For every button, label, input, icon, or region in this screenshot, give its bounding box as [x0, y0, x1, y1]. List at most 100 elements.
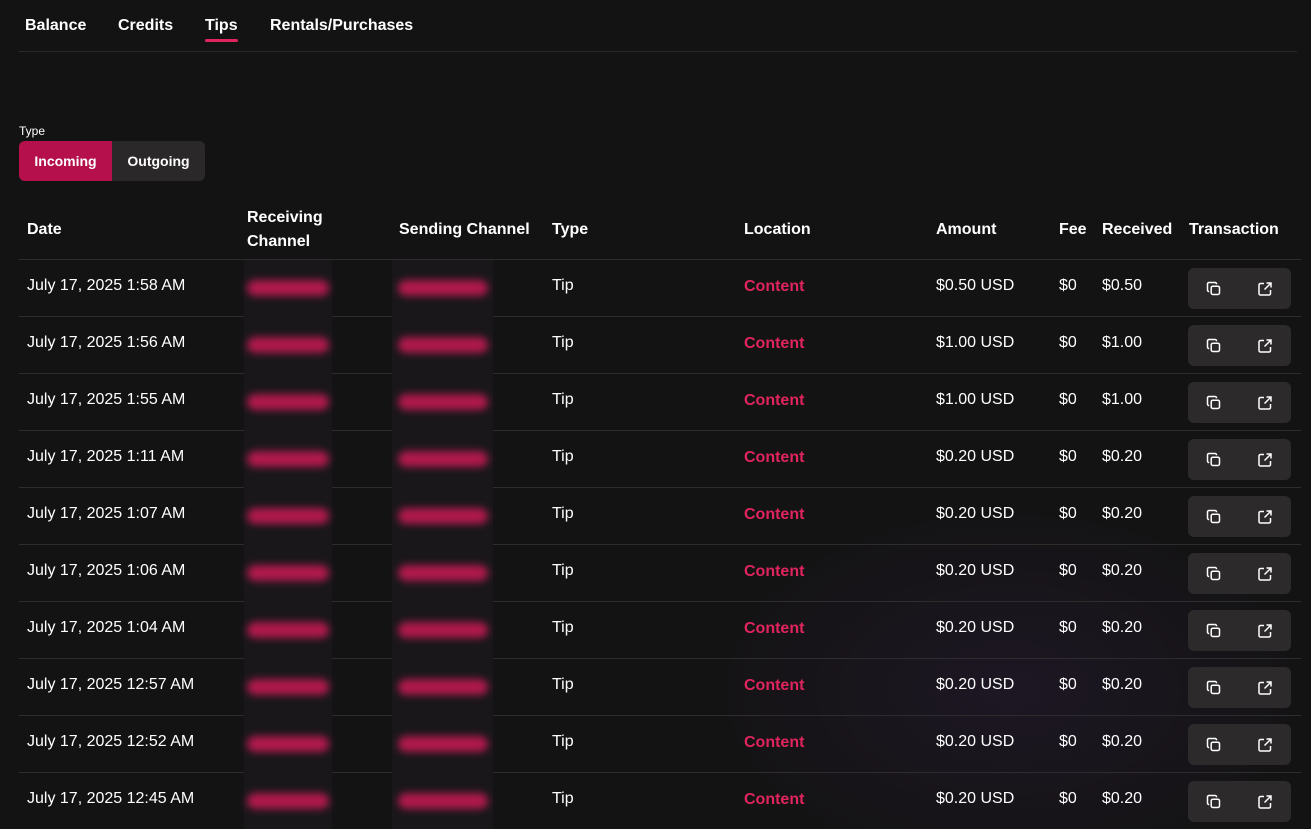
sending-channel-blurred [398, 793, 488, 809]
transaction-actions [1188, 439, 1291, 480]
sending-channel-blurred [398, 622, 488, 638]
open-transaction-button[interactable] [1240, 553, 1292, 594]
location-link[interactable]: Content [744, 620, 804, 638]
location-link[interactable]: Content [744, 791, 804, 809]
date-cell: July 17, 2025 1:06 AM [27, 562, 186, 579]
received-cell: $0.20 [1102, 562, 1143, 579]
open-transaction-button[interactable] [1240, 667, 1292, 708]
type-cell: Tip [552, 562, 574, 579]
header-received: Received [1102, 221, 1173, 238]
amount-cell: $1.00 USD [936, 391, 1015, 408]
copy-transaction-button[interactable] [1188, 268, 1240, 309]
sending-channel-blurred [398, 736, 488, 752]
open-transaction-button[interactable] [1240, 382, 1292, 423]
open-transaction-button[interactable] [1240, 496, 1292, 537]
external-link-icon [1257, 509, 1273, 525]
open-transaction-button[interactable] [1240, 268, 1292, 309]
sending-channel-blurred [398, 280, 488, 296]
copy-icon [1206, 623, 1222, 639]
location-link[interactable]: Content [744, 392, 804, 410]
copy-transaction-button[interactable] [1188, 382, 1240, 423]
table-row: July 17, 2025 1:04 AM Tip Content $0.20 USD… [19, 602, 1301, 659]
sending-channel-blurred [398, 337, 488, 353]
outgoing-button[interactable]: Outgoing [112, 141, 205, 181]
location-link[interactable]: Content [744, 677, 804, 695]
tab-balance[interactable]: Balance [25, 17, 86, 35]
amount-cell: $0.20 USD [936, 505, 1015, 522]
external-link-icon [1257, 452, 1273, 468]
received-cell: $0.20 [1102, 676, 1143, 693]
fee-cell: $0 [1059, 676, 1077, 693]
receiving-channel-blurred [247, 679, 329, 695]
table-header: Date Receiving Channel Sending Channel T… [19, 202, 1301, 260]
transaction-actions [1188, 496, 1291, 537]
amount-cell: $0.20 USD [936, 733, 1015, 750]
header-amount: Amount [936, 221, 997, 238]
external-link-icon [1257, 338, 1273, 354]
copy-transaction-button[interactable] [1188, 610, 1240, 651]
open-transaction-button[interactable] [1240, 325, 1292, 366]
location-link[interactable]: Content [744, 506, 804, 524]
tab-credits[interactable]: Credits [118, 17, 173, 35]
copy-transaction-button[interactable] [1188, 553, 1240, 594]
copy-transaction-button[interactable] [1188, 667, 1240, 708]
received-cell: $1.00 [1102, 334, 1143, 351]
table-row: July 17, 2025 12:52 AM Tip Content $0.20 US… [19, 716, 1301, 773]
type-filter-label: Type [19, 124, 46, 138]
date-cell: July 17, 2025 12:52 AM [27, 733, 195, 750]
sending-channel-blurred [398, 565, 488, 581]
table-body: July 17, 2025 1:58 AM Tip Content $0.50 USD… [19, 260, 1301, 829]
date-cell: July 17, 2025 1:04 AM [27, 619, 186, 636]
copy-icon [1206, 281, 1222, 297]
copy-transaction-button[interactable] [1188, 496, 1240, 537]
page: Balance Credits Tips Rentals/Purchases T… [0, 0, 1311, 829]
header-fee: Fee [1059, 221, 1087, 238]
copy-icon [1206, 794, 1222, 810]
fee-cell: $0 [1059, 277, 1077, 294]
transaction-actions [1188, 325, 1291, 366]
receiving-channel-blurred [247, 508, 329, 524]
table-row: July 17, 2025 1:11 AM Tip Content $0.20 USD… [19, 431, 1301, 488]
external-link-icon [1257, 680, 1273, 696]
table-row: July 17, 2025 12:45 AM Tip Content $0.20 US… [19, 773, 1301, 829]
received-cell: $0.20 [1102, 619, 1143, 636]
date-cell: July 17, 2025 1:07 AM [27, 505, 186, 522]
received-cell: $0.20 [1102, 733, 1143, 750]
received-cell: $0.20 [1102, 790, 1143, 807]
open-transaction-button[interactable] [1240, 610, 1292, 651]
type-cell: Tip [552, 733, 574, 750]
type-cell: Tip [552, 619, 574, 636]
fee-cell: $0 [1059, 448, 1077, 465]
tab-tips[interactable]: Tips [205, 17, 238, 42]
open-transaction-button[interactable] [1240, 724, 1292, 765]
type-cell: Tip [552, 277, 574, 294]
open-transaction-button[interactable] [1240, 781, 1292, 822]
tab-bar: Balance Credits Tips Rentals/Purchases [19, 0, 1297, 52]
location-link[interactable]: Content [744, 563, 804, 581]
location-link[interactable]: Content [744, 278, 804, 296]
copy-icon [1206, 338, 1222, 354]
location-link[interactable]: Content [744, 335, 804, 353]
amount-cell: $0.20 USD [936, 619, 1015, 636]
copy-transaction-button[interactable] [1188, 439, 1240, 480]
tab-rentals-purchases[interactable]: Rentals/Purchases [270, 17, 413, 35]
incoming-button[interactable]: Incoming [19, 141, 112, 181]
receiving-channel-blurred [247, 565, 329, 581]
receiving-channel-blurred [247, 736, 329, 752]
amount-cell: $0.20 USD [936, 790, 1015, 807]
received-cell: $0.20 [1102, 505, 1143, 522]
copy-icon [1206, 395, 1222, 411]
fee-cell: $0 [1059, 790, 1077, 807]
table-row: July 17, 2025 1:55 AM Tip Content $1.00 USD… [19, 374, 1301, 431]
copy-transaction-button[interactable] [1188, 724, 1240, 765]
table-row: July 17, 2025 1:06 AM Tip Content $0.20 USD… [19, 545, 1301, 602]
header-receiving-channel: Receiving Channel [247, 206, 323, 254]
location-link[interactable]: Content [744, 449, 804, 467]
copy-transaction-button[interactable] [1188, 781, 1240, 822]
received-cell: $0.20 [1102, 448, 1143, 465]
table-row: July 17, 2025 1:56 AM Tip Content $1.00 USD… [19, 317, 1301, 374]
copy-transaction-button[interactable] [1188, 325, 1240, 366]
location-link[interactable]: Content [744, 734, 804, 752]
open-transaction-button[interactable] [1240, 439, 1292, 480]
header-location: Location [744, 221, 811, 238]
